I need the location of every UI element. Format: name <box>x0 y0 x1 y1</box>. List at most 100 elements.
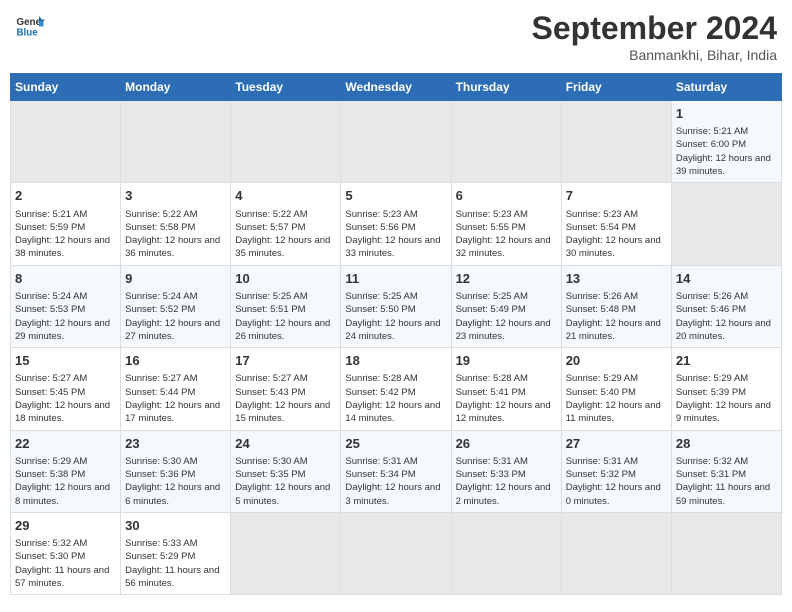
calendar-header-row: SundayMondayTuesdayWednesdayThursdayFrid… <box>11 74 782 101</box>
daylight: Daylight: 12 hours and 30 minutes. <box>566 235 661 259</box>
calendar-week-4: 15Sunrise: 5:27 AMSunset: 5:45 PMDayligh… <box>11 348 782 430</box>
day-number: 12 <box>456 270 557 288</box>
sunset: Sunset: 5:53 PM <box>15 304 85 315</box>
calendar-cell: 19Sunrise: 5:28 AMSunset: 5:41 PMDayligh… <box>451 348 561 430</box>
calendar-week-1: 1Sunrise: 5:21 AMSunset: 6:00 PMDaylight… <box>11 101 782 183</box>
sunrise: Sunrise: 5:28 AM <box>345 373 417 384</box>
day-number: 5 <box>345 187 446 205</box>
daylight: Daylight: 12 hours and 27 minutes. <box>125 318 220 342</box>
day-number: 9 <box>125 270 226 288</box>
calendar-week-2: 2Sunrise: 5:21 AMSunset: 5:59 PMDaylight… <box>11 183 782 265</box>
col-header-monday: Monday <box>121 74 231 101</box>
day-number: 7 <box>566 187 667 205</box>
calendar-cell <box>451 512 561 594</box>
sunrise: Sunrise: 5:28 AM <box>456 373 528 384</box>
calendar-cell: 9Sunrise: 5:24 AMSunset: 5:52 PMDaylight… <box>121 265 231 347</box>
page-header: General Blue September 2024 Banmankhi, B… <box>10 10 782 63</box>
sunset: Sunset: 5:56 PM <box>345 222 415 233</box>
sunrise: Sunrise: 5:32 AM <box>15 538 87 549</box>
day-number: 30 <box>125 517 226 535</box>
sunrise: Sunrise: 5:29 AM <box>15 456 87 467</box>
sunrise: Sunrise: 5:22 AM <box>235 209 307 220</box>
daylight: Daylight: 12 hours and 38 minutes. <box>15 235 110 259</box>
sunrise: Sunrise: 5:24 AM <box>15 291 87 302</box>
sunset: Sunset: 5:43 PM <box>235 387 305 398</box>
calendar-cell <box>341 512 451 594</box>
sunset: Sunset: 5:48 PM <box>566 304 636 315</box>
calendar-cell: 21Sunrise: 5:29 AMSunset: 5:39 PMDayligh… <box>671 348 781 430</box>
day-number: 22 <box>15 435 116 453</box>
sunrise: Sunrise: 5:23 AM <box>566 209 638 220</box>
calendar-cell: 16Sunrise: 5:27 AMSunset: 5:44 PMDayligh… <box>121 348 231 430</box>
calendar-cell: 6Sunrise: 5:23 AMSunset: 5:55 PMDaylight… <box>451 183 561 265</box>
day-number: 24 <box>235 435 336 453</box>
calendar-cell: 26Sunrise: 5:31 AMSunset: 5:33 PMDayligh… <box>451 430 561 512</box>
calendar-cell: 5Sunrise: 5:23 AMSunset: 5:56 PMDaylight… <box>341 183 451 265</box>
sunset: Sunset: 5:52 PM <box>125 304 195 315</box>
sunrise: Sunrise: 5:22 AM <box>125 209 197 220</box>
sunset: Sunset: 6:00 PM <box>676 139 746 150</box>
sunset: Sunset: 5:50 PM <box>345 304 415 315</box>
sunset: Sunset: 5:41 PM <box>456 387 526 398</box>
calendar-cell: 29Sunrise: 5:32 AMSunset: 5:30 PMDayligh… <box>11 512 121 594</box>
day-number: 16 <box>125 352 226 370</box>
calendar-week-5: 22Sunrise: 5:29 AMSunset: 5:38 PMDayligh… <box>11 430 782 512</box>
col-header-tuesday: Tuesday <box>231 74 341 101</box>
daylight: Daylight: 12 hours and 5 minutes. <box>235 482 330 506</box>
sunset: Sunset: 5:35 PM <box>235 469 305 480</box>
calendar-cell: 22Sunrise: 5:29 AMSunset: 5:38 PMDayligh… <box>11 430 121 512</box>
calendar-cell: 1Sunrise: 5:21 AMSunset: 6:00 PMDaylight… <box>671 101 781 183</box>
calendar-cell: 13Sunrise: 5:26 AMSunset: 5:48 PMDayligh… <box>561 265 671 347</box>
day-number: 23 <box>125 435 226 453</box>
col-header-saturday: Saturday <box>671 74 781 101</box>
calendar-cell: 14 Sunrise: 5:26 AM Sunset: 5:46 PM Dayligh… <box>671 265 781 347</box>
svg-text:Blue: Blue <box>17 28 39 39</box>
sunrise: Sunrise: 5:21 AM <box>15 209 87 220</box>
sunset: Sunset: 5:33 PM <box>456 469 526 480</box>
daylight: Daylight: 12 hours and 36 minutes. <box>125 235 220 259</box>
day-number: 28 <box>676 435 777 453</box>
sunset: Sunset: 5:55 PM <box>456 222 526 233</box>
calendar-cell: 7 Sunrise: 5:23 AM Sunset: 5:54 PM Daylight… <box>561 183 671 265</box>
day-number: 19 <box>456 352 557 370</box>
calendar-cell <box>561 101 671 183</box>
daylight: Daylight: 12 hours and 26 minutes. <box>235 318 330 342</box>
sunrise: Sunrise: 5:26 AM <box>676 291 748 302</box>
title-section: September 2024 Banmankhi, Bihar, India <box>532 10 777 63</box>
daylight: Daylight: 12 hours and 18 minutes. <box>15 400 110 424</box>
calendar-cell <box>11 101 121 183</box>
calendar-cell: 23Sunrise: 5:30 AMSunset: 5:36 PMDayligh… <box>121 430 231 512</box>
sunset: Sunset: 5:29 PM <box>125 551 195 562</box>
day-number: 1 <box>676 105 777 123</box>
sunrise: Sunrise: 5:25 AM <box>235 291 307 302</box>
calendar-cell: 27Sunrise: 5:31 AMSunset: 5:32 PMDayligh… <box>561 430 671 512</box>
calendar-cell: 28Sunrise: 5:32 AMSunset: 5:31 PMDayligh… <box>671 430 781 512</box>
sunrise: Sunrise: 5:32 AM <box>676 456 748 467</box>
sunset: Sunset: 5:54 PM <box>566 222 636 233</box>
day-number: 8 <box>15 270 116 288</box>
calendar-cell: 10Sunrise: 5:25 AMSunset: 5:51 PMDayligh… <box>231 265 341 347</box>
sunrise: Sunrise: 5:27 AM <box>15 373 87 384</box>
sunset: Sunset: 5:46 PM <box>676 304 746 315</box>
calendar-table: SundayMondayTuesdayWednesdayThursdayFrid… <box>10 73 782 595</box>
calendar-cell: 3Sunrise: 5:22 AMSunset: 5:58 PMDaylight… <box>121 183 231 265</box>
logo: General Blue <box>15 10 45 40</box>
sunrise: Sunrise: 5:25 AM <box>456 291 528 302</box>
sunrise: Sunrise: 5:26 AM <box>566 291 638 302</box>
day-number: 25 <box>345 435 446 453</box>
calendar-cell: 17Sunrise: 5:27 AMSunset: 5:43 PMDayligh… <box>231 348 341 430</box>
calendar-cell <box>231 101 341 183</box>
calendar-cell: 25Sunrise: 5:31 AMSunset: 5:34 PMDayligh… <box>341 430 451 512</box>
sunrise: Sunrise: 5:33 AM <box>125 538 197 549</box>
daylight: Daylight: 12 hours and 29 minutes. <box>15 318 110 342</box>
day-number: 14 <box>676 270 777 288</box>
daylight: Daylight: 12 hours and 0 minutes. <box>566 482 661 506</box>
daylight: Daylight: 12 hours and 15 minutes. <box>235 400 330 424</box>
daylight: Daylight: 12 hours and 35 minutes. <box>235 235 330 259</box>
daylight: Daylight: 12 hours and 21 minutes. <box>566 318 661 342</box>
daylight: Daylight: 12 hours and 33 minutes. <box>345 235 440 259</box>
calendar-cell: 11Sunrise: 5:25 AMSunset: 5:50 PMDayligh… <box>341 265 451 347</box>
sunset: Sunset: 5:58 PM <box>125 222 195 233</box>
sunset: Sunset: 5:36 PM <box>125 469 195 480</box>
daylight: Daylight: 12 hours and 20 minutes. <box>676 318 771 342</box>
